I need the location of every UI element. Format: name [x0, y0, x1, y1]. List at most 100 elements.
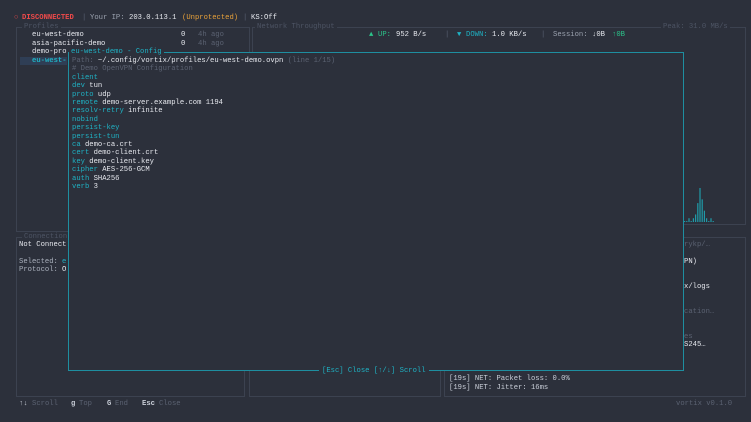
peak-label: Peak: 31.0 MB/s: [661, 23, 730, 32]
config-directive: auth: [72, 174, 90, 183]
config-value: demo-client.crt: [93, 149, 159, 158]
config-value: demo-client.key: [89, 157, 154, 166]
config-directive: persist-key: [72, 124, 120, 133]
sparkline-bar: [690, 221, 692, 222]
sparkline-bar: [699, 188, 701, 222]
connection-state: DISCONNECTED: [22, 14, 74, 22]
config-line: persist-key: [72, 124, 124, 132]
sparkline-bar: [712, 221, 714, 222]
config-line: dev tun: [72, 82, 102, 90]
sparkline-bar: [692, 218, 694, 222]
profile-age: 4h ago: [198, 40, 224, 48]
profile-name: eu-west-: [32, 57, 67, 65]
session-down: ↓0B: [592, 31, 605, 39]
log-line: [19s] NET: Packet loss: 0.0%: [449, 375, 570, 383]
config-line: resolv-retry infinite: [72, 107, 163, 115]
config-value: 3: [93, 183, 98, 191]
app-version: vortix v0.1.0: [676, 400, 733, 408]
sparkline-bar: [706, 218, 708, 222]
hint-label: End: [115, 400, 128, 408]
config-title: eu-west-demo - Config: [69, 48, 164, 57]
line-info: (line 1/15): [287, 57, 336, 65]
sparkline-bar: [701, 199, 703, 222]
detail-text: x/logs: [684, 283, 710, 291]
profile-item[interactable]: eu-west-demo: [32, 31, 84, 39]
disconnected-icon: ○: [14, 14, 19, 22]
protection-status: (Unprotected): [182, 14, 239, 22]
config-viewer-modal: eu-west-demo - Config Path: ~/.config/vo…: [68, 48, 684, 375]
sparkline-bar: [708, 221, 710, 222]
config-value: demo-ca.crt: [84, 141, 133, 149]
sparkline-bar: [686, 221, 688, 222]
up-rate: 952 B/s: [396, 31, 427, 39]
config-comment: # Demo OpenVPN Configuration: [72, 65, 193, 74]
config-line: remote demo-server.example.com 1194: [72, 99, 223, 107]
config-value: SHA256: [93, 174, 120, 183]
config-directive: resolv-retry: [72, 107, 124, 116]
close-hint[interactable]: [Esc] Close: [322, 367, 369, 375]
config-line: nobind: [72, 116, 102, 124]
profile-name: demo-pro: [32, 48, 67, 56]
config-line: key demo-client.key: [72, 158, 154, 166]
separator: |: [82, 14, 87, 22]
separator: |: [445, 31, 450, 39]
session-up: ↑0B: [612, 31, 625, 39]
hint-label: Scroll: [32, 400, 58, 408]
config-directive: ca: [72, 141, 81, 149]
profile-name: eu-west-demo: [32, 31, 84, 39]
separator: |: [243, 14, 248, 22]
config-value: AES-256-GCM: [102, 166, 150, 175]
config-directive: verb: [72, 183, 90, 191]
ip-label: Your IP:: [90, 14, 125, 22]
protocol-label: Protocol:: [19, 266, 58, 274]
config-directive: key: [72, 157, 85, 166]
connection-state-text: Not Connect: [19, 241, 67, 249]
config-directive: remote: [72, 99, 98, 107]
path-label: Path:: [72, 57, 94, 65]
down-label: DOWN:: [466, 31, 488, 39]
sparkline-bar: [684, 221, 686, 222]
up-arrow-icon: ▲: [369, 31, 374, 39]
config-directive: client: [72, 73, 98, 82]
profile-count: 0: [181, 40, 186, 48]
config-line: cert demo-client.crt: [72, 149, 158, 157]
ip-address: 203.0.113.1: [129, 14, 177, 22]
config-directive: cipher: [72, 166, 98, 175]
sparkline-bar: [688, 218, 690, 222]
hint-key: Esc: [142, 400, 155, 408]
hint-label: Top: [79, 400, 92, 408]
config-value: udp: [97, 90, 111, 99]
down-rate: 1.0 KB/s: [492, 31, 527, 39]
config-line: cipher AES-256-GCM: [72, 166, 150, 174]
config-value: infinite: [128, 107, 163, 116]
config-footer: [Esc] Close [↑/↓] Scroll: [319, 366, 429, 375]
profile-item-selected[interactable]: eu-west-: [20, 57, 67, 66]
config-line: ca demo-ca.crt: [72, 141, 132, 149]
config-directive: nobind: [72, 115, 98, 124]
config-directive: cert: [72, 149, 90, 158]
config-directive: persist-tun: [72, 132, 120, 141]
detail-text: rykp/…: [684, 241, 710, 249]
detail-text: S245…: [684, 341, 706, 349]
config-line: persist-tun: [72, 133, 124, 141]
sparkline-bar: [695, 214, 697, 222]
up-label: UP:: [378, 31, 391, 39]
config-line: client: [72, 74, 102, 82]
scroll-hint[interactable]: [↑/↓] Scroll: [374, 367, 426, 375]
config-line: verb 3: [72, 183, 98, 191]
profile-age: 4h ago: [198, 31, 224, 39]
profile-item[interactable]: demo-pro: [32, 48, 67, 56]
sparkline-bar: [703, 210, 705, 222]
separator: |: [541, 31, 546, 39]
detail-text: PN): [684, 258, 697, 266]
sparkline-bar: [697, 203, 699, 222]
session-label: Session:: [553, 31, 588, 39]
config-directive: dev: [72, 82, 85, 91]
protocol-value: O: [62, 266, 67, 274]
log-line: [19s] NET: Jitter: 16ms: [449, 384, 549, 392]
hint-key: ↑↓: [19, 400, 28, 408]
down-arrow-icon: ▼: [457, 31, 462, 39]
config-line: auth SHA256: [72, 175, 119, 183]
config-line: proto udp: [72, 91, 111, 99]
profile-name: asia-pacific-demo: [32, 40, 106, 48]
